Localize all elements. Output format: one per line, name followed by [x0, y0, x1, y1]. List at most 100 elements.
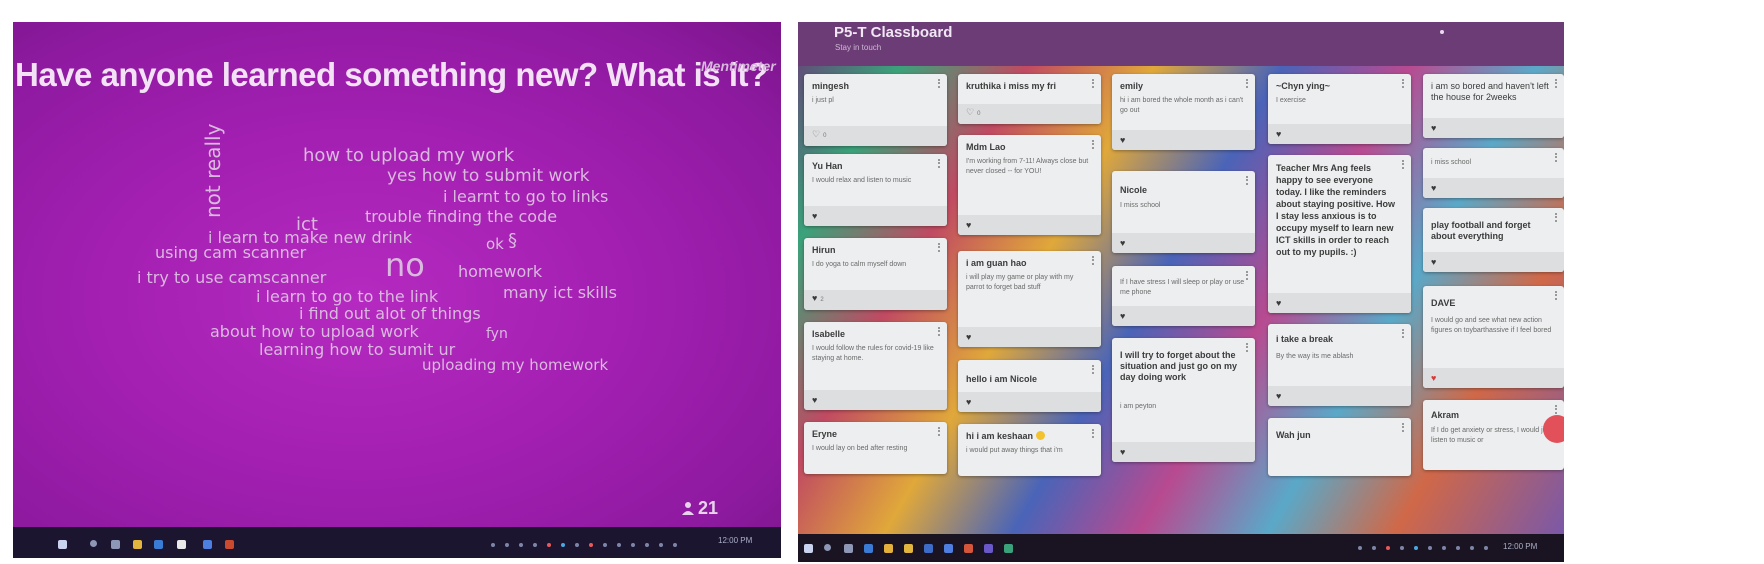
app-icon[interactable] [1004, 544, 1013, 553]
post-card[interactable]: kruthika i miss my fri ♡ 0 [958, 74, 1101, 124]
like-icon[interactable]: ♥ [966, 332, 971, 342]
post-menu-icon[interactable] [1092, 140, 1096, 149]
like-icon[interactable]: ♥ [1431, 183, 1436, 193]
post-menu-icon[interactable] [1555, 291, 1559, 300]
post-menu-icon[interactable] [1092, 256, 1096, 265]
tray-icon[interactable] [1428, 546, 1432, 550]
file-explorer-icon[interactable] [904, 544, 913, 553]
edge-icon[interactable] [864, 544, 873, 553]
post-card[interactable]: Teacher Mrs Ang feels happy to see every… [1268, 155, 1411, 313]
tray-icon[interactable] [1470, 546, 1474, 550]
post-menu-icon[interactable] [938, 159, 942, 168]
teams-icon[interactable] [984, 544, 993, 553]
post-menu-icon[interactable] [1402, 160, 1406, 169]
word-icon[interactable] [924, 544, 933, 553]
post-menu-icon[interactable] [1402, 423, 1406, 432]
like-icon[interactable]: ♥ [1276, 298, 1281, 308]
tray-icon[interactable] [603, 543, 607, 547]
task-view-icon[interactable] [844, 544, 853, 553]
like-icon[interactable]: ♥ [966, 397, 971, 407]
post-menu-icon[interactable] [1246, 271, 1250, 280]
post-menu-icon[interactable] [938, 243, 942, 252]
search-icon[interactable] [90, 540, 97, 547]
tray-icon[interactable] [505, 543, 509, 547]
like-icon[interactable]: ♥ [1431, 123, 1436, 133]
post-card[interactable]: mingesh i just pl ♡ 0 [804, 74, 947, 146]
start-icon[interactable] [58, 540, 67, 549]
like-icon[interactable]: ♥ [1120, 238, 1125, 248]
like-icon[interactable]: ♥ [812, 211, 817, 221]
tray-icon[interactable] [1456, 546, 1460, 550]
tray-icon[interactable] [575, 543, 579, 547]
post-card[interactable]: i take a break By the way its me ablash … [1268, 324, 1411, 406]
like-icon[interactable]: ♥ [1431, 257, 1436, 267]
tray-icon[interactable] [1386, 546, 1390, 550]
post-menu-icon[interactable] [1402, 329, 1406, 338]
post-card[interactable]: Mdm Lao I'm working from 7-11! Always cl… [958, 135, 1101, 235]
post-card[interactable]: i miss school ♥ [1423, 148, 1564, 198]
like-icon[interactable]: ♥ 2 [812, 293, 824, 305]
like-icon[interactable]: ♥ [1276, 391, 1281, 401]
post-menu-icon[interactable] [1555, 213, 1559, 222]
tray-icon[interactable] [589, 543, 593, 547]
post-menu-icon[interactable] [1092, 79, 1096, 88]
like-icon[interactable]: ♥ [1431, 373, 1436, 383]
search-icon[interactable] [824, 544, 831, 551]
tray-icon[interactable] [1358, 546, 1362, 550]
start-icon[interactable] [804, 544, 813, 553]
powerpoint-icon[interactable] [964, 544, 973, 553]
like-icon[interactable]: ♥ [966, 220, 971, 230]
post-card[interactable]: If I have stress I will sleep or play or… [1112, 266, 1255, 326]
tray-icon[interactable] [631, 543, 635, 547]
taskbar-clock[interactable]: 12:00 PM [718, 536, 752, 545]
chrome-icon[interactable] [884, 544, 893, 553]
like-icon[interactable]: ♥ [1120, 135, 1125, 145]
post-menu-icon[interactable] [1555, 405, 1559, 414]
post-menu-icon[interactable] [1246, 79, 1250, 88]
post-card[interactable]: Wah jun [1268, 418, 1411, 476]
store-icon[interactable] [944, 544, 953, 553]
tray-icon[interactable] [491, 543, 495, 547]
like-icon[interactable]: ♡ 0 [812, 129, 826, 141]
post-menu-icon[interactable] [1246, 176, 1250, 185]
taskbar-clock[interactable]: 12:00 PM [1503, 542, 1537, 551]
tray-icon[interactable] [519, 543, 523, 547]
post-menu-icon[interactable] [1555, 79, 1559, 88]
like-icon[interactable]: ♥ [812, 395, 817, 405]
powerpoint-icon[interactable] [225, 540, 234, 549]
post-menu-icon[interactable] [938, 327, 942, 336]
post-menu-icon[interactable] [1092, 429, 1096, 438]
post-card[interactable]: i am so bored and haven't left the house… [1423, 74, 1564, 138]
post-card[interactable]: emily hi i am bored the whole month as i… [1112, 74, 1255, 150]
post-card[interactable]: Eryne I would lay on bed after resting [804, 422, 947, 474]
post-card[interactable]: Akram If I do get anxiety or stress, I w… [1423, 400, 1564, 470]
like-icon[interactable]: ♥ [1276, 129, 1281, 139]
post-card[interactable]: i am guan hao i will play my game or pla… [958, 251, 1101, 347]
like-icon[interactable]: ♥ [1120, 311, 1125, 321]
tray-icon[interactable] [1484, 546, 1488, 550]
post-menu-icon[interactable] [1402, 79, 1406, 88]
post-card[interactable]: ~Chyn ying~ I exercise ♥ [1268, 74, 1411, 144]
task-view-icon[interactable] [111, 540, 120, 549]
tray-icon[interactable] [561, 543, 565, 547]
post-card[interactable]: Yu Han I would relax and listen to music… [804, 154, 947, 226]
file-explorer-icon[interactable] [133, 540, 142, 549]
post-card[interactable]: I will try to forget about the situation… [1112, 338, 1255, 462]
store-icon[interactable] [203, 540, 212, 549]
tray-icon[interactable] [1372, 546, 1376, 550]
post-card[interactable]: hi i am keshaan i would put away things … [958, 424, 1101, 476]
post-menu-icon[interactable] [1246, 343, 1250, 352]
tray-icon[interactable] [547, 543, 551, 547]
add-post-button[interactable] [1543, 415, 1564, 443]
tray-icon[interactable] [1414, 546, 1418, 550]
post-menu-icon[interactable] [1555, 153, 1559, 162]
post-card[interactable]: hello i am Nicole ♥ [958, 360, 1101, 412]
tray-icon[interactable] [645, 543, 649, 547]
like-icon[interactable]: ♡ 0 [966, 107, 980, 119]
post-card[interactable]: Isabelle I would follow the rules for co… [804, 322, 947, 410]
tray-icon[interactable] [659, 543, 663, 547]
post-card[interactable]: Nicole I miss school ♥ [1112, 171, 1255, 253]
like-icon[interactable]: ♥ [1120, 447, 1125, 457]
chrome-icon[interactable] [177, 540, 186, 549]
tray-icon[interactable] [533, 543, 537, 547]
